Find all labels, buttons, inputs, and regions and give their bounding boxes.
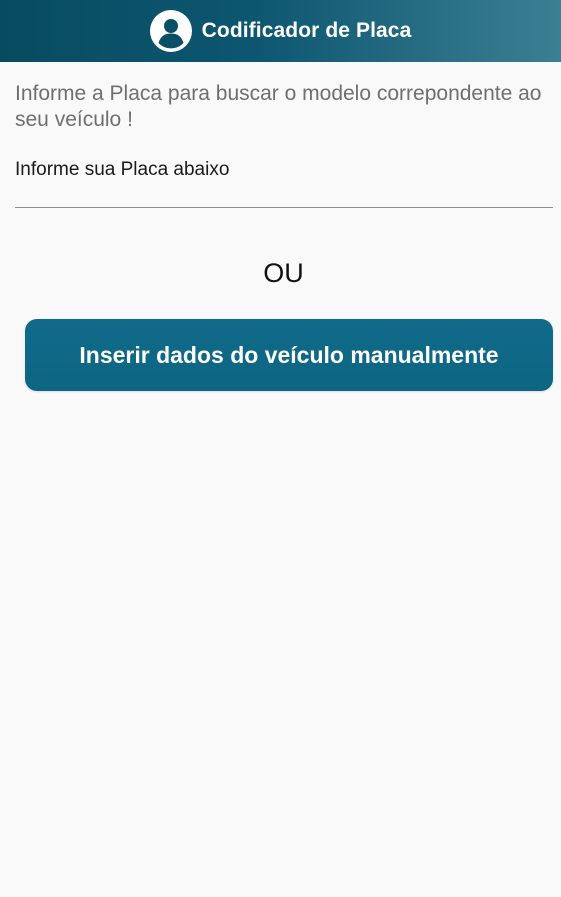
app-bar: Codificador de Placa — [0, 0, 561, 62]
app-title: Codificador de Placa — [201, 19, 412, 42]
user-avatar-icon[interactable] — [149, 10, 192, 52]
plate-field[interactable] — [15, 150, 553, 208]
or-separator: OU — [263, 258, 304, 288]
intro-text: Informe a Placa para buscar o modelo cor… — [15, 82, 542, 131]
plate-input[interactable] — [15, 158, 553, 182]
manual-entry-button-label: Inserir dados do veículo manualmente — [79, 341, 499, 368]
manual-entry-button[interactable]: Inserir dados do veículo manualmente — [25, 319, 553, 391]
app-bar-content: Codificador de Placa — [149, 10, 412, 52]
